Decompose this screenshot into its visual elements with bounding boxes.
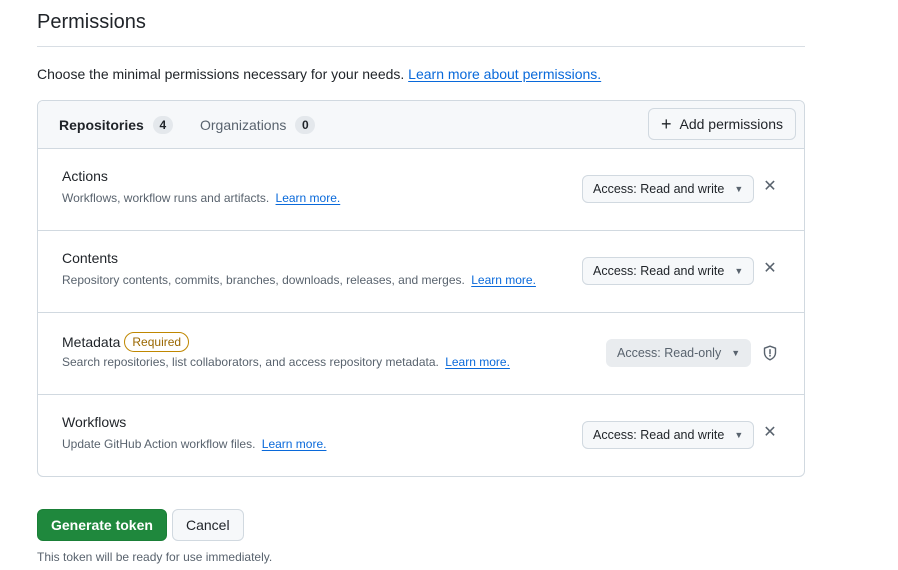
access-level-select-disabled: Access: Read-only ▼	[606, 339, 752, 367]
permission-name: Actions	[62, 168, 108, 184]
caret-down-icon: ▼	[734, 266, 744, 276]
generate-token-button[interactable]: Generate token	[37, 509, 167, 541]
tab-organizations[interactable]: Organizations 0	[200, 101, 316, 148]
learn-more-permissions-link[interactable]: Learn more about permissions.	[408, 66, 601, 82]
cancel-button[interactable]: Cancel	[172, 509, 244, 541]
tab-repositories-label: Repositories	[59, 116, 144, 133]
access-level-select[interactable]: Access: Read and write ▼	[582, 257, 755, 285]
add-permissions-button[interactable]: + Add permissions	[647, 108, 796, 140]
learn-more-link[interactable]: Learn more.	[471, 273, 536, 287]
intro-text: Choose the minimal permissions necessary…	[37, 66, 601, 82]
tab-organizations-label: Organizations	[200, 116, 287, 133]
caret-down-icon: ▼	[734, 184, 744, 194]
permission-row-contents: Contents Repository contents, commits, b…	[38, 231, 804, 313]
permission-description: Workflows, workflow runs and artifacts. …	[62, 191, 340, 205]
permission-name: Contents	[62, 250, 118, 266]
permission-name: Workflows	[62, 414, 126, 430]
permission-row-metadata: Metadata Required Search repositories, l…	[38, 313, 804, 395]
remove-permission-button[interactable]: ✕	[762, 261, 778, 277]
permission-description-text: Update GitHub Action workflow files.	[62, 437, 256, 451]
permission-row-workflows: Workflows Update GitHub Action workflow …	[38, 395, 804, 476]
plus-icon: +	[660, 114, 672, 134]
permission-name: Metadata Required	[62, 332, 190, 352]
learn-more-link[interactable]: Learn more.	[445, 355, 510, 369]
learn-more-link[interactable]: Learn more.	[276, 191, 341, 205]
remove-permission-button[interactable]: ✕	[762, 425, 778, 441]
access-level-label: Access: Read and write	[593, 264, 725, 278]
caret-down-icon: ▼	[731, 348, 741, 358]
permission-name-text: Workflows	[62, 414, 127, 430]
permissions-header: Repositories 4 Organizations 0 + Add per…	[38, 101, 804, 149]
access-level-label: Access: Read and write	[593, 182, 725, 196]
permissions-box: Repositories 4 Organizations 0 + Add per…	[37, 100, 805, 477]
access-level-label: Access: Read and write	[593, 428, 725, 442]
permission-row-actions: Actions Workflows, workflow runs and art…	[38, 149, 804, 231]
permission-description-text: Repository contents, commits, branches, …	[62, 273, 465, 287]
tab-repositories[interactable]: Repositories 4	[59, 101, 173, 148]
permission-description-text: Workflows, workflow runs and artifacts.	[62, 191, 270, 205]
permission-name-text: Actions	[62, 168, 108, 184]
permission-name-text: Metadata	[62, 334, 121, 350]
intro-label: Choose the minimal permissions necessary…	[37, 66, 405, 82]
learn-more-link[interactable]: Learn more.	[262, 437, 327, 451]
permission-description: Search repositories, list collaborators,…	[62, 355, 510, 369]
caret-down-icon: ▼	[734, 430, 744, 440]
permission-description: Repository contents, commits, branches, …	[62, 273, 536, 287]
token-ready-note: This token will be ready for use immedia…	[37, 550, 273, 564]
permission-description: Update GitHub Action workflow files. Lea…	[62, 437, 326, 451]
permission-description-text: Search repositories, list collaborators,…	[62, 355, 439, 369]
title-divider	[37, 46, 805, 47]
permission-name-text: Contents	[62, 250, 119, 266]
access-level-label: Access: Read-only	[617, 346, 722, 360]
repositories-count-badge: 4	[152, 115, 173, 134]
shield-icon	[763, 345, 777, 361]
add-permissions-label: Add permissions	[679, 116, 784, 132]
page-title: Permissions	[37, 11, 146, 33]
remove-permission-button[interactable]: ✕	[762, 179, 778, 195]
access-level-select[interactable]: Access: Read and write ▼	[582, 175, 755, 203]
access-level-select[interactable]: Access: Read and write ▼	[582, 421, 755, 449]
organizations-count-badge: 0	[295, 115, 316, 134]
required-badge: Required	[124, 332, 190, 352]
